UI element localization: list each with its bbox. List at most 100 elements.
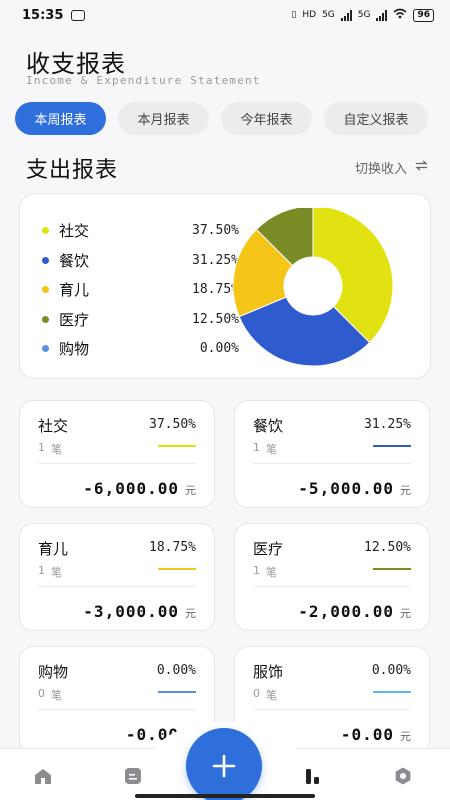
category-amount: -2,000.00 元 (298, 602, 411, 621)
expense-pie-card: 社交 37.50% 餐饮 31.25% 育儿 18.75% 医疗 12.50% … (19, 193, 431, 379)
category-percent: 18.75% (149, 540, 196, 555)
hd-label: HD (302, 10, 317, 20)
amount-value: -0.00 (340, 725, 394, 744)
amount-value: -2,000.00 (298, 602, 394, 621)
category-name: 社交 (38, 417, 69, 435)
legend-label: 购物 (59, 340, 90, 359)
category-name: 服饰 (253, 663, 284, 681)
legend-item: 餐饮 31.25% (42, 246, 239, 276)
category-name: 餐饮 (253, 417, 284, 435)
count-unit: 笔 (51, 566, 62, 579)
amount-unit: 元 (185, 484, 196, 497)
expense-donut-chart (232, 208, 394, 367)
legend-item: 社交 37.50% (42, 216, 239, 246)
category-count: 0笔 (253, 687, 277, 703)
amount-value: -6,000.00 (83, 479, 179, 498)
bill-icon[interactable] (123, 766, 143, 786)
category-amount: -0.00 元 (341, 725, 411, 744)
tab-monthly-report[interactable]: 本月报表 (118, 102, 209, 135)
network-5g-label-2: 5G (357, 10, 371, 20)
amount-unit: 元 (400, 607, 411, 620)
legend-item: 育儿 18.75% (42, 275, 239, 305)
legend-dot (42, 256, 49, 264)
divider (253, 463, 411, 464)
category-count: 1笔 (253, 441, 277, 457)
category-amount: -5,000.00 元 (298, 479, 411, 498)
category-percent: 0.00% (371, 663, 411, 678)
legend-item: 医疗 12.50% (42, 305, 239, 335)
vibrate-icon: ▯ (291, 10, 297, 20)
count-value: 1 (38, 441, 45, 454)
category-percent: 0.00% (156, 663, 196, 678)
signal-icon (340, 9, 352, 21)
status-bar: 15:35 ▯ HD 5G 5G 96 (0, 0, 450, 30)
category-count: 1笔 (38, 564, 62, 580)
category-count: 1笔 (38, 441, 62, 457)
category-color-line (373, 445, 411, 447)
add-icon (212, 754, 236, 778)
count-value: 1 (253, 564, 260, 577)
legend-label: 社交 (59, 222, 90, 241)
amount-value: -3,000.00 (83, 602, 179, 621)
status-icons: ▯ HD 5G 5G 96 (291, 8, 434, 22)
category-name: 购物 (38, 663, 69, 681)
count-value: 0 (253, 687, 260, 700)
divider (38, 709, 196, 710)
category-percent: 31.25% (364, 417, 411, 432)
divider (38, 463, 196, 464)
category-count: 1笔 (253, 564, 277, 580)
amount-unit: 元 (400, 730, 411, 743)
pie-legend: 社交 37.50% 餐饮 31.25% 育儿 18.75% 医疗 12.50% … (42, 216, 239, 364)
category-count: 0笔 (38, 687, 62, 703)
home-icon[interactable] (33, 766, 53, 786)
home-indicator (135, 794, 315, 798)
category-card[interactable]: 餐饮 31.25% 1笔 -5,000.00 元 (234, 400, 430, 508)
switch-income-button[interactable]: 切换收入 (355, 158, 428, 177)
category-card[interactable]: 育儿 18.75% 1笔 -3,000.00 元 (19, 523, 215, 631)
report-tabs: 本周报表 本月报表 今年报表 自定义报表 (15, 102, 428, 135)
amount-value: -5,000.00 (298, 479, 394, 498)
category-name: 医疗 (253, 540, 284, 558)
legend-item: 购物 0.00% (42, 334, 239, 364)
add-record-button[interactable] (186, 728, 262, 800)
category-color-line (158, 691, 196, 693)
swap-arrows-icon (415, 160, 428, 175)
category-card[interactable]: 医疗 12.50% 1笔 -2,000.00 元 (234, 523, 430, 631)
stats-icon[interactable] (303, 766, 323, 786)
wifi-icon (393, 8, 407, 22)
legend-dot (42, 286, 49, 294)
category-color-line (373, 568, 411, 570)
count-unit: 笔 (51, 689, 62, 702)
signal-icon-2 (376, 9, 388, 21)
count-unit: 笔 (266, 566, 277, 579)
amount-unit: 元 (400, 484, 411, 497)
legend-dot (42, 345, 49, 353)
divider (38, 586, 196, 587)
count-value: 1 (38, 564, 45, 577)
count-unit: 笔 (266, 443, 277, 456)
count-value: 1 (253, 441, 260, 454)
category-card[interactable]: 社交 37.50% 1笔 -6,000.00 元 (19, 400, 215, 508)
count-unit: 笔 (266, 689, 277, 702)
switch-income-label: 切换收入 (354, 162, 407, 177)
legend-label: 育儿 (59, 281, 90, 300)
battery-icon: 96 (413, 8, 434, 22)
category-color-line (158, 445, 196, 447)
legend-label: 医疗 (59, 310, 90, 329)
tab-yearly-report[interactable]: 今年报表 (221, 102, 312, 135)
divider (253, 586, 411, 587)
legend-dot (42, 227, 49, 235)
category-amount: -3,000.00 元 (83, 602, 196, 621)
category-percent: 12.50% (364, 540, 411, 555)
page-subtitle: Income & Expenditure Statement (26, 74, 261, 87)
category-amount: -6,000.00 元 (83, 479, 196, 498)
network-5g-label: 5G (322, 10, 335, 20)
category-color-line (158, 568, 196, 570)
settings-icon[interactable] (393, 766, 413, 786)
section-title: 支出报表 (26, 158, 119, 183)
tab-weekly-report[interactable]: 本周报表 (15, 102, 106, 135)
category-color-line (373, 691, 411, 693)
tab-custom-report[interactable]: 自定义报表 (324, 102, 428, 135)
legend-dot (42, 315, 49, 323)
count-unit: 笔 (51, 443, 62, 456)
